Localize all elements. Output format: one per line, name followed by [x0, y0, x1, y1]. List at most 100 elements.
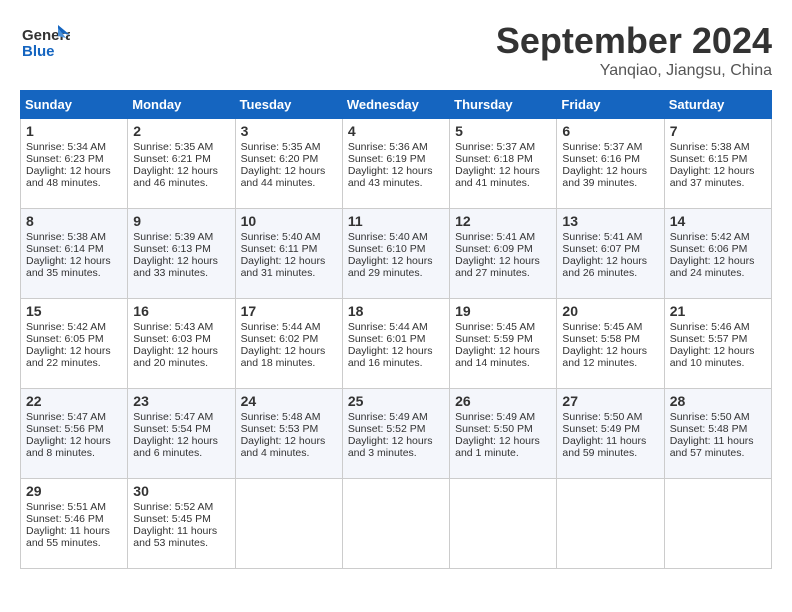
day-info-line: Daylight: 12 hours [455, 345, 551, 357]
day-info-line: Daylight: 12 hours [133, 255, 229, 267]
day-info-line: and 24 minutes. [670, 267, 766, 279]
day-info-line: Daylight: 12 hours [26, 255, 122, 267]
day-info-line: and 20 minutes. [133, 357, 229, 369]
day-info-line: Sunset: 5:49 PM [562, 423, 658, 435]
empty-cell [450, 479, 557, 569]
day-info-line: Sunrise: 5:41 AM [455, 231, 551, 243]
day-cell-27: 27Sunrise: 5:50 AMSunset: 5:49 PMDayligh… [557, 389, 664, 479]
title-block: September 2024 Yanqiao, Jiangsu, China [496, 20, 772, 80]
day-cell-21: 21Sunrise: 5:46 AMSunset: 5:57 PMDayligh… [664, 299, 771, 389]
logo-icon: General Blue [20, 20, 70, 65]
day-info-line: and 44 minutes. [241, 177, 337, 189]
day-info-line: Daylight: 12 hours [26, 165, 122, 177]
day-number: 15 [26, 303, 122, 319]
day-info-line: Sunrise: 5:49 AM [348, 411, 444, 423]
empty-cell [342, 479, 449, 569]
day-cell-25: 25Sunrise: 5:49 AMSunset: 5:52 PMDayligh… [342, 389, 449, 479]
day-info-line: and 14 minutes. [455, 357, 551, 369]
day-info-line: Sunrise: 5:51 AM [26, 501, 122, 513]
day-info-line: Daylight: 11 hours [562, 435, 658, 447]
day-cell-15: 15Sunrise: 5:42 AMSunset: 6:05 PMDayligh… [21, 299, 128, 389]
day-cell-12: 12Sunrise: 5:41 AMSunset: 6:09 PMDayligh… [450, 209, 557, 299]
day-info-line: and 27 minutes. [455, 267, 551, 279]
day-info-line: Sunset: 6:16 PM [562, 153, 658, 165]
calendar-week-2: 8Sunrise: 5:38 AMSunset: 6:14 PMDaylight… [21, 209, 772, 299]
day-number: 5 [455, 123, 551, 139]
day-info-line: and 41 minutes. [455, 177, 551, 189]
empty-cell [235, 479, 342, 569]
day-number: 27 [562, 393, 658, 409]
day-number: 8 [26, 213, 122, 229]
day-info-line: Daylight: 12 hours [241, 255, 337, 267]
day-info-line: Sunset: 6:15 PM [670, 153, 766, 165]
day-info-line: Daylight: 12 hours [348, 345, 444, 357]
day-info-line: and 18 minutes. [241, 357, 337, 369]
day-info-line: and 26 minutes. [562, 267, 658, 279]
day-info-line: Daylight: 12 hours [133, 435, 229, 447]
day-info-line: Sunset: 6:10 PM [348, 243, 444, 255]
day-info-line: and 46 minutes. [133, 177, 229, 189]
day-cell-22: 22Sunrise: 5:47 AMSunset: 5:56 PMDayligh… [21, 389, 128, 479]
day-info-line: Daylight: 12 hours [348, 255, 444, 267]
day-info-line: Sunrise: 5:40 AM [241, 231, 337, 243]
day-info-line: and 35 minutes. [26, 267, 122, 279]
day-cell-1: 1Sunrise: 5:34 AMSunset: 6:23 PMDaylight… [21, 119, 128, 209]
logo: General Blue [20, 20, 70, 70]
day-info-line: Daylight: 12 hours [348, 435, 444, 447]
day-cell-23: 23Sunrise: 5:47 AMSunset: 5:54 PMDayligh… [128, 389, 235, 479]
day-info-line: and 12 minutes. [562, 357, 658, 369]
day-info-line: and 43 minutes. [348, 177, 444, 189]
day-info-line: and 48 minutes. [26, 177, 122, 189]
day-info-line: Sunset: 5:57 PM [670, 333, 766, 345]
day-info-line: Sunset: 5:48 PM [670, 423, 766, 435]
svg-text:Blue: Blue [22, 43, 55, 60]
day-info-line: Sunrise: 5:52 AM [133, 501, 229, 513]
day-info-line: Sunset: 6:09 PM [455, 243, 551, 255]
col-sunday: Sunday [21, 91, 128, 119]
day-info-line: and 33 minutes. [133, 267, 229, 279]
day-number: 10 [241, 213, 337, 229]
day-info-line: Sunset: 6:11 PM [241, 243, 337, 255]
day-cell-20: 20Sunrise: 5:45 AMSunset: 5:58 PMDayligh… [557, 299, 664, 389]
day-info-line: and 55 minutes. [26, 537, 122, 549]
day-info-line: Sunrise: 5:37 AM [455, 141, 551, 153]
day-info-line: Sunrise: 5:39 AM [133, 231, 229, 243]
day-number: 28 [670, 393, 766, 409]
day-cell-17: 17Sunrise: 5:44 AMSunset: 6:02 PMDayligh… [235, 299, 342, 389]
day-cell-9: 9Sunrise: 5:39 AMSunset: 6:13 PMDaylight… [128, 209, 235, 299]
day-info-line: Daylight: 12 hours [26, 435, 122, 447]
day-info-line: and 16 minutes. [348, 357, 444, 369]
day-number: 7 [670, 123, 766, 139]
day-info-line: Sunset: 5:46 PM [26, 513, 122, 525]
col-thursday: Thursday [450, 91, 557, 119]
day-info-line: and 59 minutes. [562, 447, 658, 459]
day-info-line: Daylight: 12 hours [241, 165, 337, 177]
day-cell-26: 26Sunrise: 5:49 AMSunset: 5:50 PMDayligh… [450, 389, 557, 479]
empty-cell [664, 479, 771, 569]
day-info-line: Daylight: 12 hours [348, 165, 444, 177]
day-cell-29: 29Sunrise: 5:51 AMSunset: 5:46 PMDayligh… [21, 479, 128, 569]
col-friday: Friday [557, 91, 664, 119]
month-title: September 2024 [496, 20, 772, 62]
day-number: 2 [133, 123, 229, 139]
calendar-week-3: 15Sunrise: 5:42 AMSunset: 6:05 PMDayligh… [21, 299, 772, 389]
day-number: 23 [133, 393, 229, 409]
day-number: 13 [562, 213, 658, 229]
day-info-line: Sunrise: 5:37 AM [562, 141, 658, 153]
day-cell-28: 28Sunrise: 5:50 AMSunset: 5:48 PMDayligh… [664, 389, 771, 479]
page-header: General Blue September 2024 Yanqiao, Jia… [20, 20, 772, 80]
day-info-line: and 39 minutes. [562, 177, 658, 189]
day-info-line: Sunset: 6:20 PM [241, 153, 337, 165]
day-info-line: Daylight: 12 hours [133, 345, 229, 357]
day-info-line: and 1 minute. [455, 447, 551, 459]
day-cell-30: 30Sunrise: 5:52 AMSunset: 5:45 PMDayligh… [128, 479, 235, 569]
day-cell-7: 7Sunrise: 5:38 AMSunset: 6:15 PMDaylight… [664, 119, 771, 209]
day-info-line: Sunset: 6:01 PM [348, 333, 444, 345]
day-info-line: Daylight: 12 hours [455, 255, 551, 267]
day-info-line: and 53 minutes. [133, 537, 229, 549]
day-info-line: Sunrise: 5:35 AM [133, 141, 229, 153]
day-info-line: Sunrise: 5:42 AM [26, 321, 122, 333]
day-info-line: Sunset: 5:59 PM [455, 333, 551, 345]
day-info-line: Sunrise: 5:44 AM [348, 321, 444, 333]
day-info-line: Daylight: 12 hours [455, 435, 551, 447]
